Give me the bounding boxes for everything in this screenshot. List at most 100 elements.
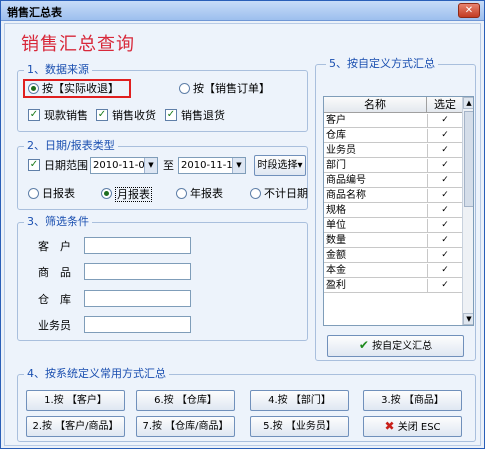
grid-row[interactable]: 盈利 ✓ (324, 279, 462, 293)
warehouse-field[interactable] (84, 290, 191, 307)
grid-row[interactable]: 单位 ✓ (324, 219, 462, 233)
grid-row-checkbox[interactable]: ✓ (440, 175, 450, 185)
grid-row[interactable]: 部门 ✓ (324, 159, 462, 173)
grid-row-name: 部门 (326, 160, 346, 171)
radio-actual[interactable] (28, 83, 39, 94)
radio-nodate[interactable] (250, 188, 261, 199)
custom-summary-button[interactable]: ✔ 按自定义汇总 (327, 335, 464, 357)
chevron-down-icon[interactable]: ▼ (144, 158, 157, 173)
salesman-field[interactable] (84, 316, 191, 333)
radio-nodate-label[interactable]: 不计日期 (264, 187, 308, 200)
radio-actual-label[interactable]: 按【实际收退】 (42, 82, 119, 95)
summary-by-customer-button[interactable]: 1.按 【客户】 (26, 390, 125, 411)
grid-row-name: 单位 (326, 220, 346, 231)
date-from-value: 2010-11-01 (93, 160, 152, 171)
radio-yearly-label[interactable]: 年报表 (190, 187, 223, 200)
close-esc-button[interactable]: ✖ 关闭 ESC (363, 416, 462, 437)
client-area: 销售汇总查询 1、数据来源 按【实际收退】 按【销售订单】 ✓ 现款销售 ✓ 销… (4, 23, 481, 446)
warehouse-label: 仓 库 (38, 293, 71, 306)
grid-column-divider (427, 219, 428, 233)
close-window-button[interactable]: ✕ (458, 3, 480, 18)
grid-row[interactable]: 规格 ✓ (324, 204, 462, 218)
radio-order-label[interactable]: 按【销售订单】 (193, 82, 270, 95)
chk-date-range-label[interactable]: 日期范围 (44, 159, 88, 172)
summary-by-salesman-button[interactable]: 5.按 【业务员】 (250, 416, 349, 437)
grid-row-name: 盈利 (326, 280, 346, 291)
grid-column-divider (427, 204, 428, 218)
grid-row[interactable]: 数量 ✓ (324, 234, 462, 248)
salesman-label: 业务员 (38, 319, 71, 332)
grid-row-checkbox[interactable]: ✓ (440, 160, 450, 170)
chk-date-range[interactable]: ✓ (28, 159, 40, 171)
field-select-grid[interactable]: 名称 选定 客户 ✓ 仓库 ✓ 业务员 ✓ 部门 ✓ 商品编号 ✓ 商品名称 ✓ 规格 ✓ 单位 ✓ 数量 ✓ 金额… (323, 96, 474, 326)
chk-cash-sale-label[interactable]: 现款销售 (44, 109, 88, 122)
grid-row-checkbox[interactable]: ✓ (440, 145, 450, 155)
grid-row-checkbox[interactable]: ✓ (440, 115, 450, 125)
summary-by-warehouse-product-button[interactable]: 7.按 【仓库/商品】 (136, 416, 235, 437)
grid-row[interactable]: 商品名称 ✓ (324, 189, 462, 203)
grid-column-divider (427, 144, 428, 158)
title-bar: 销售汇总表 ✕ (1, 1, 484, 21)
filter-group: 3、筛选条件 客 户 商 品 仓 库 业务员 (17, 216, 308, 341)
radio-monthly-label[interactable]: 月报表 (115, 187, 152, 202)
grid-row-name: 商品编号 (326, 175, 366, 186)
grid-row-checkbox[interactable]: ✓ (440, 205, 450, 215)
product-label: 商 品 (38, 266, 71, 279)
grid-column-divider (427, 129, 428, 143)
grid-row[interactable]: 仓库 ✓ (324, 129, 462, 143)
grid-row-checkbox[interactable]: ✓ (440, 250, 450, 260)
grid-column-divider (427, 174, 428, 188)
system-summary-title: 4、按系统定义常用方式汇总 (24, 368, 169, 380)
grid-row[interactable]: 金额 ✓ (324, 249, 462, 263)
grid-row-name: 客户 (326, 115, 346, 126)
grid-row[interactable]: 业务员 ✓ (324, 144, 462, 158)
summary-by-customer-product-button[interactable]: 2.按 【客户/商品】 (26, 416, 125, 437)
grid-scrollbar[interactable]: ▲ ▼ (462, 97, 473, 325)
chk-sale-receive[interactable]: ✓ (96, 109, 108, 121)
grid-row[interactable]: 商品编号 ✓ (324, 174, 462, 188)
date-type-title: 2、日期/报表类型 (24, 140, 118, 152)
grid-row-checkbox[interactable]: ✓ (440, 280, 450, 290)
close-x-icon: ✖ (384, 419, 395, 433)
radio-daily[interactable] (28, 188, 39, 199)
scroll-down-icon[interactable]: ▼ (463, 313, 473, 325)
grid-header: 名称 选定 (324, 97, 462, 113)
grid-row-checkbox[interactable]: ✓ (440, 235, 450, 245)
customer-label: 客 户 (38, 240, 71, 253)
grid-row-checkbox[interactable]: ✓ (440, 265, 450, 275)
grid-row[interactable]: 本金 ✓ (324, 264, 462, 278)
col-select-header: 选定 (434, 98, 456, 111)
summary-by-department-button[interactable]: 4.按 【部门】 (250, 390, 349, 411)
chk-cash-sale[interactable]: ✓ (28, 109, 40, 121)
date-to-value: 2010-11-11 (181, 160, 240, 171)
col-name-header: 名称 (324, 97, 427, 113)
chk-sale-return-label[interactable]: 销售退货 (181, 109, 225, 122)
grid-row-checkbox[interactable]: ✓ (440, 190, 450, 200)
radio-daily-label[interactable]: 日报表 (42, 187, 75, 200)
chevron-down-icon[interactable]: ▼ (232, 158, 245, 173)
checkmark-icon: ✔ (358, 338, 369, 352)
product-field[interactable] (84, 263, 191, 280)
scroll-up-icon[interactable]: ▲ (463, 97, 473, 109)
radio-order[interactable] (179, 83, 190, 94)
radio-monthly[interactable] (101, 188, 112, 199)
date-type-group: 2、日期/报表类型 ✓ 日期范围 2010-11-01 ▼ 至 2010-11-… (17, 140, 308, 210)
grid-column-divider (427, 279, 428, 293)
grid-column-divider (427, 249, 428, 263)
customer-field[interactable] (84, 237, 191, 254)
radio-yearly[interactable] (176, 188, 187, 199)
summary-by-warehouse-button[interactable]: 6.按 【仓库】 (136, 390, 235, 411)
chk-sale-receive-label[interactable]: 销售收货 (112, 109, 156, 122)
date-from-select[interactable]: 2010-11-01 ▼ (90, 157, 158, 174)
grid-row-checkbox[interactable]: ✓ (440, 130, 450, 140)
data-source-group: 1、数据来源 按【实际收退】 按【销售订单】 ✓ 现款销售 ✓ 销售收货 ✓ 销… (17, 64, 308, 132)
grid-row-name: 数量 (326, 235, 346, 246)
scroll-thumb[interactable] (464, 111, 473, 207)
date-to-select[interactable]: 2010-11-11 ▼ (178, 157, 246, 174)
custom-summary-title: 5、按自定义方式汇总 (326, 58, 438, 70)
grid-row-checkbox[interactable]: ✓ (440, 220, 450, 230)
chk-sale-return[interactable]: ✓ (165, 109, 177, 121)
grid-row[interactable]: 客户 ✓ (324, 114, 462, 128)
summary-by-product-button[interactable]: 3.按 【商品】 (363, 390, 462, 411)
period-select-button[interactable]: 时段选择▾ (254, 155, 306, 176)
